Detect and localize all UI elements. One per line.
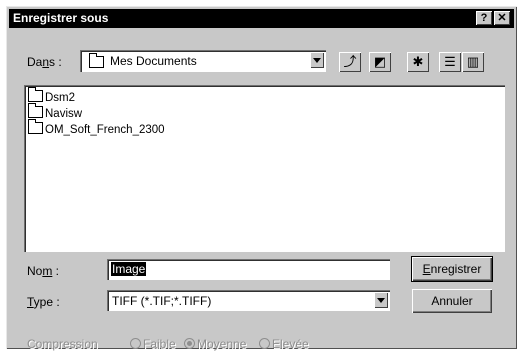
- list-item[interactable]: Navisw: [28, 103, 82, 122]
- new-folder-icon[interactable]: ✱: [407, 52, 429, 72]
- save-button[interactable]: Enregistrer: [411, 256, 493, 282]
- cancel-button[interactable]: Annuler: [412, 289, 492, 313]
- save-as-dialog: Enregistrer sous ? ✕ Dans : Mes Document…: [6, 6, 517, 351]
- filetype-dropdown-button[interactable]: [374, 292, 388, 308]
- filename-label: Nom :: [27, 264, 60, 278]
- filetype-select[interactable]: TIFF (*.TIF;*.TIFF): [107, 290, 390, 311]
- compression-option-low[interactable]: Faible: [130, 337, 176, 351]
- filename-input[interactable]: Image: [107, 259, 390, 280]
- list-item[interactable]: OM_Soft_French_2300: [28, 119, 165, 138]
- radio-selected-icon: [184, 338, 195, 349]
- folder-icon: [28, 119, 43, 134]
- location-combobox[interactable]: Mes Documents: [80, 50, 326, 72]
- compression-option-high[interactable]: Elevée: [259, 337, 309, 351]
- folder-icon: [28, 103, 43, 118]
- location-dropdown-button[interactable]: [310, 52, 324, 68]
- filetype-value: TIFF (*.TIF;*.TIFF): [112, 294, 212, 308]
- radio-icon: [259, 338, 270, 349]
- compression-option-medium[interactable]: Moyenne: [184, 337, 246, 351]
- title-bar: Enregistrer sous ? ✕: [9, 9, 514, 28]
- up-one-level-icon[interactable]: ⤴: [339, 52, 361, 72]
- details-view-icon[interactable]: ▥: [462, 52, 484, 72]
- radio-icon: [130, 338, 141, 349]
- compression-label: Compression: [27, 337, 98, 351]
- folder-open-icon: [89, 53, 104, 68]
- close-button[interactable]: ✕: [494, 11, 510, 25]
- location-value: Mes Documents: [110, 54, 197, 68]
- file-list[interactable]: Dsm2 Navisw OM_Soft_French_2300: [24, 85, 505, 252]
- list-view-icon[interactable]: ☰: [439, 52, 461, 72]
- help-button[interactable]: ?: [476, 11, 492, 25]
- folder-icon: [28, 87, 43, 102]
- location-label: Dans :: [27, 55, 62, 69]
- window-title: Enregistrer sous: [13, 11, 109, 25]
- desktop-shortcut-icon[interactable]: ◩: [369, 52, 391, 72]
- filetype-label: Type :: [27, 295, 60, 309]
